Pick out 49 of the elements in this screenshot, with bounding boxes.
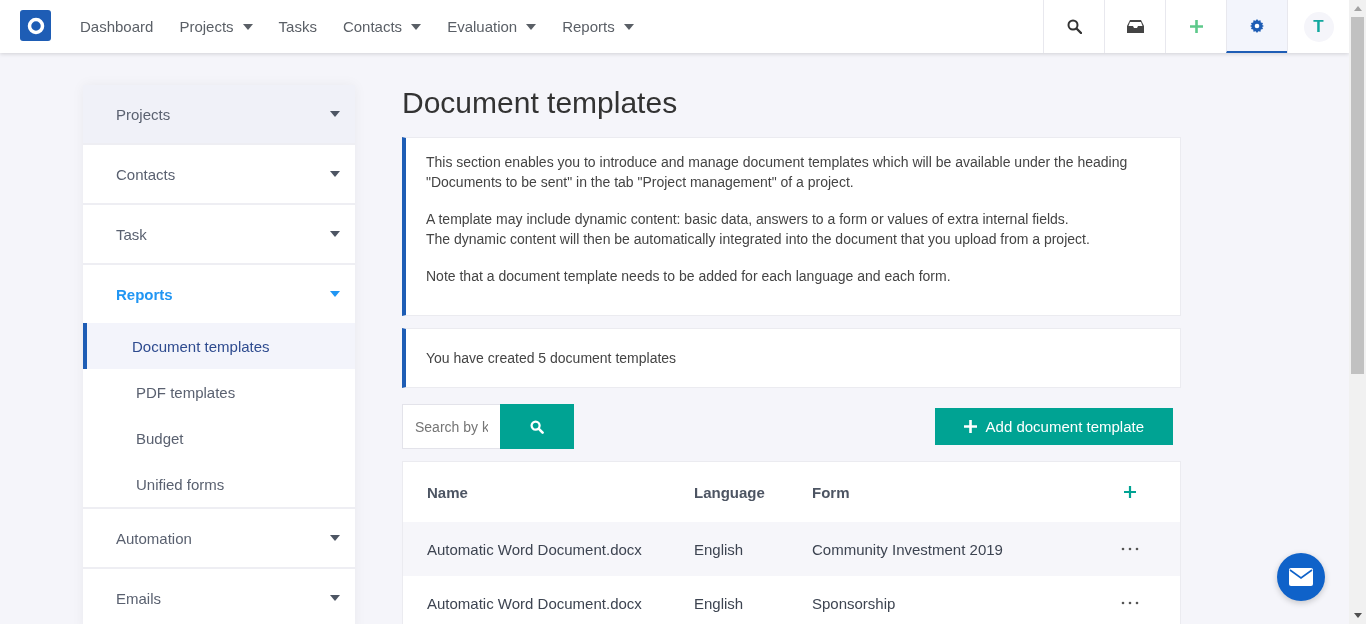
- chat-button[interactable]: [1277, 553, 1325, 601]
- caret-icon: [330, 171, 340, 177]
- sidebar-item[interactable]: Unified forms: [83, 461, 355, 507]
- column-header: Name: [426, 483, 469, 501]
- more-icon[interactable]: [1121, 547, 1139, 551]
- plus-icon: [963, 420, 977, 433]
- caret-icon: [330, 535, 340, 541]
- caret-icon: [330, 231, 340, 237]
- sidebar-item[interactable]: Budget: [83, 415, 355, 461]
- nav-link[interactable]: Reports: [549, 18, 647, 35]
- table-cell-text: Automatic Word Document.docx: [426, 594, 643, 612]
- more-icon[interactable]: [1121, 601, 1139, 605]
- sidebar-group[interactable]: Contacts: [83, 145, 355, 203]
- table-cell-text: Sponsorship: [811, 594, 897, 612]
- column-header: Language: [693, 483, 766, 501]
- sidebar-group[interactable]: Automation: [83, 509, 355, 567]
- sidebar-item[interactable]: PDF templates: [83, 369, 355, 415]
- settings-button[interactable]: [1226, 0, 1287, 53]
- logo-icon[interactable]: [20, 10, 51, 41]
- table-cell-text: Automatic Word Document.docx: [426, 540, 643, 558]
- caret-icon: [330, 595, 340, 601]
- table-cell-text: English: [693, 594, 745, 612]
- sidebar-group[interactable]: Emails: [83, 569, 355, 624]
- info-paragraph: Note that a document template needs to be added for each language and each form.: [426, 267, 952, 286]
- caret-icon: [330, 291, 340, 297]
- nav-link[interactable]: Projects: [166, 18, 266, 35]
- table-cell-text: English: [693, 540, 745, 558]
- nav-link[interactable]: Dashboard: [67, 18, 167, 35]
- envelope-icon: [1289, 568, 1313, 586]
- nav-link[interactable]: Tasks: [265, 18, 330, 35]
- add-column-icon[interactable]: [1124, 486, 1136, 498]
- count-text: You have created 5 document templates: [426, 350, 677, 366]
- inbox-icon: [1126, 20, 1144, 33]
- sidebar-group[interactable]: Task: [83, 205, 355, 263]
- column-header: Form: [811, 483, 851, 501]
- settings-icon: [1250, 18, 1264, 33]
- caret-icon: [330, 111, 340, 117]
- info-paragraph: This section enables you to introduce and manage document templates which will be available under the heading "Documents to be sent" in the tab "Project management" of a project.: [426, 153, 1129, 192]
- info-paragraph: A template may include dynamic content: basic data, answers to a form or values of extra internal fields. The dynamic content will then be automatically integrated into the document that you upload from a project.: [426, 210, 1091, 249]
- sidebar-group[interactable]: Projects: [83, 85, 355, 143]
- search-icon: [1066, 19, 1082, 34]
- nav-link[interactable]: Evaluation: [434, 18, 550, 35]
- scrollbar[interactable]: [1349, 0, 1366, 624]
- nav-link[interactable]: Contacts: [329, 18, 435, 35]
- page-title: Document templates: [402, 85, 679, 121]
- plus-icon: [1188, 19, 1204, 34]
- sidebar-item[interactable]: Document templates: [83, 323, 355, 369]
- search-icon: [530, 419, 544, 434]
- table-cell-text: Community Investment 2019: [811, 540, 1004, 558]
